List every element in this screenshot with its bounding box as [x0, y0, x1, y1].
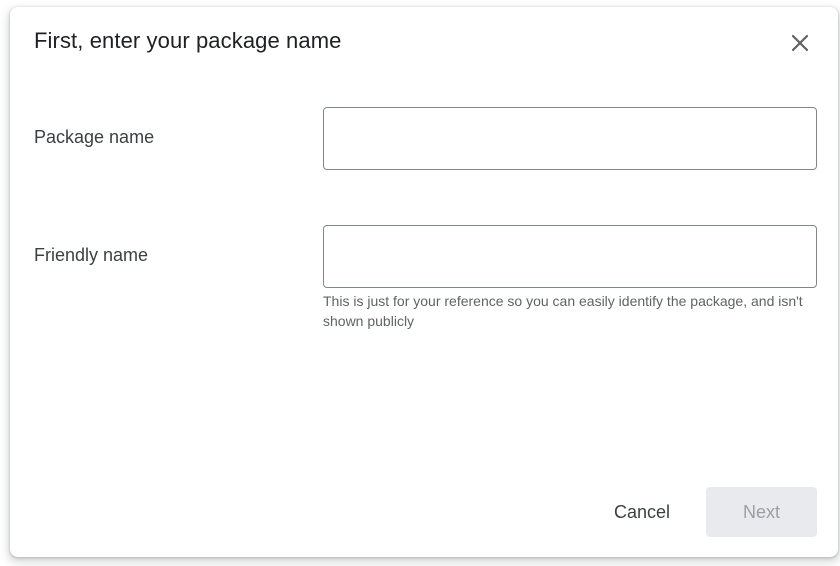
next-button[interactable]: Next	[706, 487, 817, 537]
friendly-name-input[interactable]	[323, 225, 817, 288]
dialog-title: First, enter your package name	[34, 28, 342, 53]
package-name-input[interactable]	[323, 107, 817, 170]
friendly-name-hint: This is just for your reference so you c…	[323, 293, 803, 329]
package-name-label: Package name	[34, 127, 155, 147]
friendly-name-label: Friendly name	[34, 245, 149, 265]
cancel-button[interactable]: Cancel	[596, 487, 688, 537]
package-name-dialog: First, enter your package name Package n…	[10, 7, 838, 557]
close-icon	[791, 34, 809, 52]
close-button[interactable]	[780, 23, 820, 63]
